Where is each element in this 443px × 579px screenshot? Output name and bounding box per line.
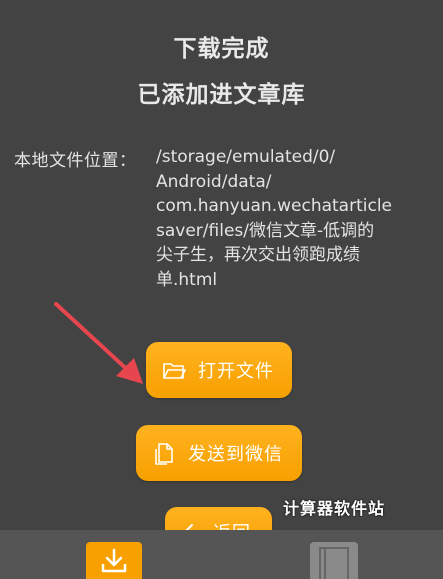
download-icon	[101, 548, 127, 573]
file-path-line: saver/files/微信文章-低调的	[156, 220, 375, 241]
download-tab[interactable]	[86, 542, 142, 579]
open-file-label: 打开文件	[198, 361, 274, 382]
send-to-wechat-label: 发送到微信	[188, 444, 283, 465]
file-path-line: com.hanyuan.wechatarticle	[156, 196, 392, 216]
page-subtitle: 已添加进文章库	[137, 82, 306, 108]
library-tab[interactable]	[310, 542, 358, 579]
red-arrow-icon	[54, 302, 143, 384]
download-complete-screen: 下载完成 已添加进文章库 本地文件位置： /storage/emulated/0…	[0, 0, 443, 579]
open-file-button[interactable]: 打开文件	[146, 342, 292, 398]
file-path-line: /storage/emulated/0/	[156, 147, 336, 167]
document-icon	[155, 443, 173, 465]
file-location-path: /storage/emulated/0/ Android/data/ com.h…	[156, 146, 436, 293]
file-path-line: 尖子生，再次交出领跑成绩	[156, 245, 360, 265]
file-location-label: 本地文件位置：	[14, 151, 137, 171]
file-path-line: Android/data/	[156, 171, 272, 192]
page-title: 下载完成	[173, 36, 270, 62]
file-path-line: 单.html	[156, 269, 218, 290]
watermark: 计算器软件站	[283, 499, 386, 518]
send-to-wechat-button[interactable]: 发送到微信	[136, 425, 302, 481]
book-icon	[319, 547, 349, 579]
bottom-nav-bar	[0, 530, 443, 579]
folder-open-icon	[163, 363, 186, 379]
